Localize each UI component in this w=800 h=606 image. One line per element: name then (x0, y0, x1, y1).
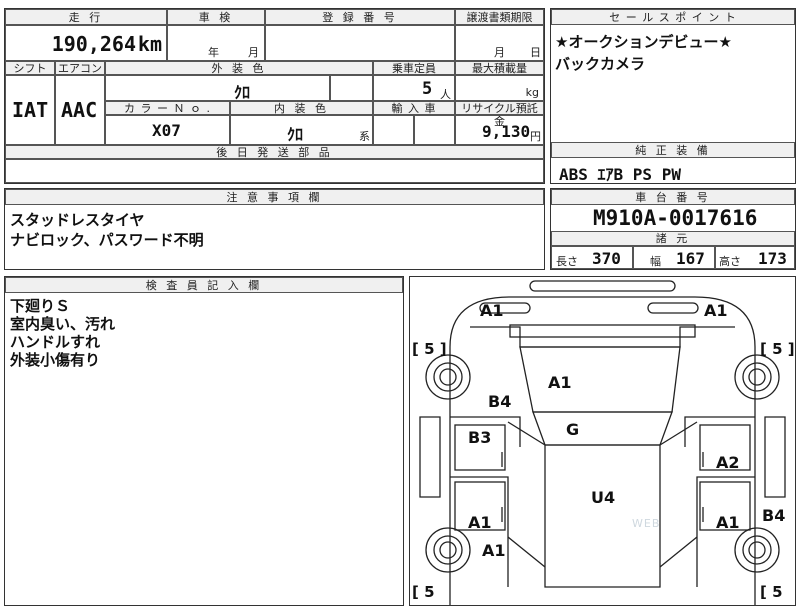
tire-rear-right-rating: [ 5 (760, 583, 783, 601)
mileage-cell: 190,264 km (5, 25, 167, 61)
shaken-month-label: 月 (248, 46, 259, 59)
import-header: 輸 入 車 (373, 101, 455, 115)
tire-front-left-rating: [ 5 ] (412, 340, 447, 358)
chassis-header: 車 台 番 号 (551, 189, 795, 205)
later-parts-header: 後 日 発 送 部 品 (5, 145, 544, 159)
tire-rear-left-rating: [ 5 (412, 583, 435, 601)
damage-left-fender-b4: B4 (488, 392, 512, 411)
aircon-cell: AAC (55, 75, 105, 145)
damage-right-mirror-b4: B4 (762, 506, 786, 525)
recycle-header: リサイクル預託金 (455, 101, 544, 128)
inspector-box: 検 査 員 記 入 欄 下廻りＳ 室内臭い、汚れ ハンドルすれ 外装小傷有り (4, 276, 404, 606)
chassis-value: M910A-0017616 (593, 206, 758, 230)
max-load-cell: kg (455, 75, 544, 101)
registration-header: 登 録 番 号 (265, 9, 455, 25)
interior-color-header: 内 装 色 (230, 101, 373, 115)
recycle-value: 9,130 (482, 122, 531, 141)
sales-point-box: セ ー ル ス ポ イ ン ト ★オークションデビュー★ バックカメラ 純 正 … (550, 8, 796, 184)
color-no-header: カ ラ ー Ｎ ｏ . (105, 101, 230, 115)
damage-front-left-a1: A1 (480, 301, 504, 320)
transfer-month-label: 月 (494, 46, 505, 59)
sales-point-line-2: バックカメラ (555, 55, 646, 73)
caution-line-1: スタッドレスタイヤ (10, 211, 145, 229)
damage-left-rear-door-a1: A1 (468, 513, 492, 532)
transfer-day-label: 日 (530, 46, 541, 59)
recycle-unit: 円 (530, 130, 541, 143)
mileage-unit: km (137, 32, 162, 56)
later-parts-cell (5, 159, 544, 183)
damage-left-door-b3: B3 (468, 428, 492, 447)
color-no-cell: X07 (105, 115, 230, 145)
transfer-cell: 月 日 (455, 25, 544, 61)
damage-front-right-a1: A1 (704, 301, 728, 320)
import-cell-b (414, 115, 455, 145)
inspector-header: 検 査 員 記 入 欄 (5, 277, 403, 293)
exterior-color-extra-cell (330, 75, 373, 101)
shift-value: IAT (12, 98, 49, 122)
interior-color-value: ｸﾛ (287, 125, 304, 144)
mileage-header: 走 行 (5, 9, 167, 25)
specs-length-cell: 長さ 370 (551, 246, 633, 269)
registration-cell (265, 25, 455, 61)
chassis-box: 車 台 番 号 M910A-0017616 諸 元 長さ 370 幅 167 高… (550, 188, 796, 270)
max-load-unit: kg (525, 86, 539, 99)
damage-left-rear-a1: A1 (482, 541, 506, 560)
exterior-color-cell: ｸﾛ (105, 75, 330, 102)
caution-line-2: ナビロック、パスワード不明 (10, 231, 204, 249)
specs-width-value: 167 (676, 249, 705, 268)
damage-right-door-a2: A2 (716, 453, 740, 472)
specs-header: 諸 元 (551, 231, 795, 246)
equipment-header: 純 正 装 備 (551, 142, 795, 158)
specs-height-label: 高さ (719, 255, 741, 268)
damage-right-rear-door-a1: A1 (716, 513, 740, 532)
shaken-header: 車 検 (167, 9, 265, 25)
specs-length-value: 370 (592, 249, 621, 268)
aircon-value: AAC (61, 98, 98, 122)
caution-box: 注 意 事 項 欄 スタッドレスタイヤ ナビロック、パスワード不明 (4, 188, 545, 270)
shaken-year-label: 年 (208, 46, 219, 59)
vehicle-info-table: 走 行 車 検 登 録 番 号 譲渡書類期限 190,264 km 年 月 月 … (4, 8, 545, 184)
interior-color-cell: ｸﾛ 系 (230, 115, 373, 145)
recycle-cell: 9,130 円 (455, 115, 544, 145)
interior-color-suffix: 系 (359, 130, 370, 143)
equipment-value: ABS ｴｱB PS PW (559, 165, 681, 184)
mileage-value: 190,264 (51, 32, 136, 56)
inspector-line-4: 外装小傷有り (10, 351, 101, 369)
capacity-cell: 5 人 (373, 75, 455, 101)
specs-height-value: 173 (758, 249, 787, 268)
capacity-value: 5 (422, 79, 433, 99)
exterior-color-header: 外 装 色 (105, 61, 373, 75)
color-no-value: X07 (152, 121, 181, 140)
capacity-unit: 人 (440, 88, 451, 101)
damage-glass-g: G (566, 420, 580, 439)
shift-header: シフト (5, 61, 55, 75)
specs-height-cell: 高さ 173 (715, 246, 795, 269)
damage-roof-u4: U4 (591, 488, 616, 507)
specs-width-cell: 幅 167 (633, 246, 715, 269)
watermark: WEB (632, 517, 661, 530)
damage-hood-a1: A1 (548, 373, 572, 392)
capacity-header: 乗車定員 (373, 61, 455, 75)
car-diagram-box: [ 5 ] [ 5 ] [ 5 [ 5 A1 A1 A1 B4 G B3 A2 … (409, 276, 796, 606)
aircon-header: エアコン (55, 61, 105, 75)
max-load-header: 最大積載量 (455, 61, 544, 75)
specs-length-label: 長さ (556, 255, 578, 268)
specs-width-label: 幅 (650, 255, 661, 268)
tire-front-right-rating: [ 5 ] (760, 340, 795, 358)
import-cell-a (373, 115, 414, 145)
shaken-cell: 年 月 (167, 25, 265, 61)
sales-point-header: セ ー ル ス ポ イ ン ト (551, 9, 795, 25)
exterior-color-value: ｸﾛ (234, 83, 251, 102)
caution-header: 注 意 事 項 欄 (5, 189, 544, 205)
shift-cell: IAT (5, 75, 55, 145)
sales-point-line-1: ★オークションデビュー★ (555, 33, 732, 51)
transfer-header: 譲渡書類期限 (455, 9, 544, 25)
